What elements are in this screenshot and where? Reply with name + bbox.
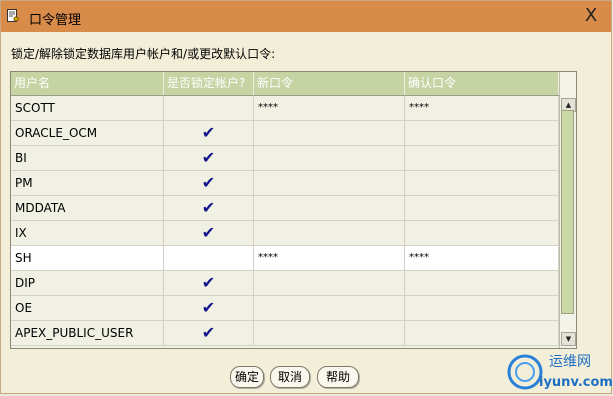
column-header-new-password[interactable]: 新口令 (254, 72, 405, 95)
column-header-confirm-password[interactable]: 确认口令 (405, 72, 559, 95)
cancel-button[interactable]: 取消 (270, 366, 310, 388)
table-row[interactable]: ORACLE_OCM ✔ (11, 121, 559, 146)
table-row[interactable]: PM ✔ (11, 171, 559, 196)
instruction-text: 锁定/解除锁定数据库用户帐户和/或更改默认口令: (11, 47, 276, 61)
locked-cell[interactable]: ✔ (164, 146, 254, 170)
table-row[interactable]: OE ✔ (11, 296, 559, 321)
help-button[interactable]: 帮助 (317, 366, 359, 388)
checkmark-icon[interactable]: ✔ (202, 148, 215, 167)
locked-cell[interactable]: ✔ (164, 221, 254, 245)
username-cell: IX (11, 221, 164, 245)
confirm-password-cell[interactable] (405, 171, 559, 195)
password-management-dialog: 口令管理 X 锁定/解除锁定数据库用户帐户和/或更改默认口令: 用户名 是否锁定… (0, 0, 613, 394)
locked-cell[interactable]: ✔ (164, 171, 254, 195)
table-row[interactable]: MDDATA ✔ (11, 196, 559, 221)
checkmark-icon[interactable]: ✔ (202, 323, 215, 342)
locked-cell[interactable]: ✔ (164, 121, 254, 145)
locked-cell[interactable] (164, 96, 254, 120)
checkmark-icon[interactable]: ✔ (202, 273, 215, 292)
username-cell: SCOTT (11, 96, 164, 120)
table-row[interactable]: BI ✔ (11, 146, 559, 171)
confirm-password-cell[interactable] (405, 321, 559, 345)
new-password-cell[interactable] (254, 321, 405, 345)
new-password-cell[interactable] (254, 196, 405, 220)
new-password-cell[interactable] (254, 271, 405, 295)
watermark-domain: iyunv.com (539, 375, 613, 390)
username-cell: ORACLE_OCM (11, 121, 164, 145)
ok-button[interactable]: 确定 (230, 366, 264, 388)
locked-cell[interactable]: ✔ (164, 321, 254, 345)
new-password-cell[interactable]: **** (254, 246, 405, 270)
new-password-cell[interactable] (254, 296, 405, 320)
confirm-password-cell[interactable] (405, 146, 559, 170)
new-password-cell[interactable] (254, 221, 405, 245)
watermark-name: 运维网 (549, 354, 591, 370)
checkmark-icon[interactable]: ✔ (202, 198, 215, 217)
username-cell: OE (11, 296, 164, 320)
confirm-password-cell[interactable] (405, 221, 559, 245)
locked-cell[interactable] (164, 246, 254, 270)
checkmark-icon[interactable]: ✔ (202, 223, 215, 242)
checkmark-icon[interactable]: ✔ (202, 123, 215, 142)
locked-cell[interactable]: ✔ (164, 296, 254, 320)
vertical-scrollbar[interactable]: ▲ ▼ (559, 72, 576, 348)
confirm-password-cell[interactable] (405, 196, 559, 220)
column-header-locked[interactable]: 是否锁定帐户? (164, 72, 254, 95)
close-button[interactable]: X (581, 6, 601, 26)
table-row[interactable]: SCOTT **** **** (11, 96, 559, 121)
table-row[interactable]: APEX_PUBLIC_USER ✔ (11, 321, 559, 346)
username-cell: MDDATA (11, 196, 164, 220)
table-header: 用户名 是否锁定帐户? 新口令 确认口令 (11, 72, 559, 96)
table-row[interactable]: SH **** **** (11, 246, 559, 271)
username-cell: BI (11, 146, 164, 170)
locked-cell[interactable]: ✔ (164, 271, 254, 295)
confirm-password-cell[interactable] (405, 271, 559, 295)
confirm-password-cell[interactable]: **** (405, 96, 559, 120)
checkmark-icon[interactable]: ✔ (202, 298, 215, 317)
locked-cell[interactable]: ✔ (164, 196, 254, 220)
checkmark-icon[interactable]: ✔ (202, 173, 215, 192)
new-password-cell[interactable] (254, 146, 405, 170)
username-cell: DIP (11, 271, 164, 295)
table-body: SCOTT **** **** ORACLE_OCM ✔ BI ✔ PM ✔ MDDATA ✔ IX ✔… (11, 96, 559, 346)
username-cell: APEX_PUBLIC_USER (11, 321, 164, 345)
new-password-cell[interactable]: **** (254, 96, 405, 120)
username-cell: PM (11, 171, 164, 195)
new-password-cell[interactable] (254, 121, 405, 145)
table-row[interactable]: IX ✔ (11, 221, 559, 246)
document-key-icon (7, 9, 19, 22)
accounts-table: 用户名 是否锁定帐户? 新口令 确认口令 SCOTT **** **** ORACLE… (10, 71, 577, 349)
confirm-password-cell[interactable] (405, 121, 559, 145)
scroll-down-icon[interactable]: ▼ (561, 332, 576, 346)
title-bar: 口令管理 X (1, 1, 611, 32)
table-row[interactable]: DIP ✔ (11, 271, 559, 296)
watermark-logo: 运维网 iyunv.com (507, 354, 613, 390)
scroll-thumb[interactable] (561, 110, 574, 314)
column-header-username[interactable]: 用户名 (11, 72, 164, 95)
confirm-password-cell[interactable] (405, 296, 559, 320)
username-cell: SH (11, 246, 164, 270)
confirm-password-cell[interactable]: **** (405, 246, 559, 270)
window-title: 口令管理 (29, 13, 82, 28)
new-password-cell[interactable] (254, 171, 405, 195)
